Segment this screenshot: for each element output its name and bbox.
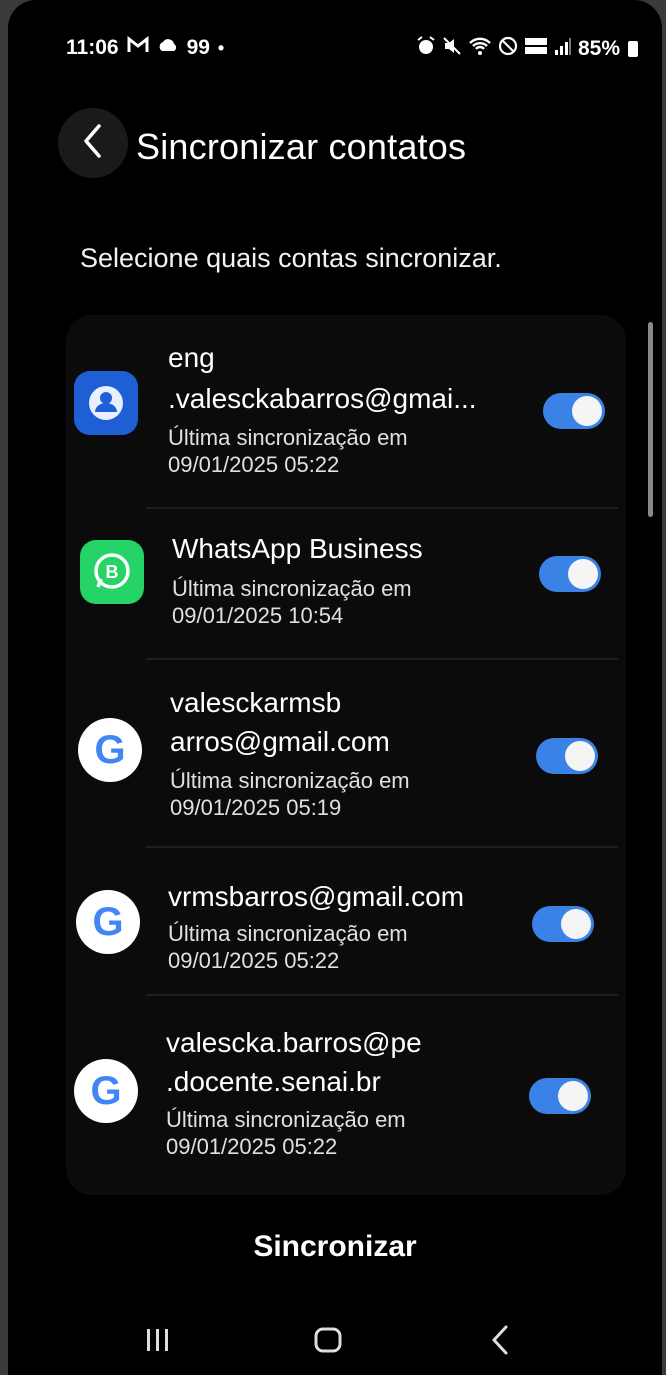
sync-toggle[interactable] [529, 1078, 591, 1114]
sync-button[interactable]: Sincronizar [8, 1230, 662, 1264]
status-bar: 11:06 99 • 85% [8, 30, 662, 70]
home-icon [314, 1327, 342, 1353]
google-icon: G [74, 1059, 138, 1123]
cloud-icon [157, 36, 179, 60]
phone-screen: 11:06 99 • 85% Sincronizar contatos Sele… [8, 0, 662, 1375]
wifi-icon [468, 36, 492, 62]
last-sync-label: Última sincronização em [172, 576, 412, 601]
toggle-knob [565, 741, 595, 771]
toggle-knob [568, 559, 598, 589]
toggle-knob [558, 1081, 588, 1111]
last-sync-time: 09/01/2025 10:54 [172, 603, 344, 628]
svg-text:B: B [106, 562, 119, 582]
google-icon: G [78, 718, 142, 782]
mute-icon [442, 36, 462, 62]
navigation-bar [8, 1310, 662, 1370]
account-name-line2: .valesckabarros@gmai... [168, 383, 477, 414]
volte-icon [524, 36, 548, 62]
page-title: Sincronizar contatos [136, 126, 467, 167]
battery-percentage: 85% [577, 37, 620, 60]
account-row[interactable]: G valescka.barros@pe .docente.senai.br Ú… [66, 996, 626, 1186]
status-bar-right: 85% [416, 36, 638, 62]
last-sync-label: Última sincronização em [168, 425, 408, 450]
gmail-icon [127, 35, 149, 60]
sync-toggle[interactable] [536, 738, 598, 774]
sync-toggle[interactable] [539, 556, 601, 592]
alarm-icon [416, 36, 436, 62]
sync-toggle[interactable] [532, 906, 594, 942]
account-row[interactable]: B WhatsApp Business Última sincronização… [66, 510, 626, 660]
account-name-line2: arros@gmail.com [170, 726, 390, 757]
chevron-left-icon [81, 123, 105, 164]
instructions-text: Selecione quais contas sincronizar. [80, 243, 502, 273]
last-sync-time: 09/01/2025 05:19 [170, 795, 342, 820]
home-button[interactable] [306, 1320, 350, 1360]
google-icon: G [76, 890, 140, 954]
whatsapp-business-icon: B [80, 540, 144, 604]
status-time: 11:06 [66, 36, 119, 59]
app-header: Sincronizar contatos [8, 100, 662, 200]
account-name-line1: WhatsApp Business [172, 533, 423, 564]
last-sync-time: 09/01/2025 05:22 [168, 948, 340, 973]
scrollbar[interactable] [648, 322, 653, 517]
account-row[interactable]: G vrmsbarros@gmail.com Última sincroniza… [66, 848, 626, 996]
back-nav-button[interactable] [480, 1320, 520, 1360]
recent-apps-icon [147, 1329, 168, 1351]
last-sync-time: 09/01/2025 05:22 [166, 1134, 338, 1159]
signal-icon [554, 36, 572, 62]
last-sync-time: 09/01/2025 05:22 [168, 452, 340, 477]
notification-count: 99 [186, 36, 210, 59]
status-bar-left: 11:06 99 • [66, 35, 225, 60]
accounts-list: eng .valesckabarros@gmai... Última sincr… [66, 315, 626, 1195]
account-name-line1: vrmsbarros@gmail.com [168, 881, 465, 912]
account-name-line1: valescka.barros@pe [166, 1027, 422, 1058]
battery-icon [628, 41, 638, 57]
recent-apps-button[interactable] [138, 1320, 178, 1360]
back-button[interactable] [58, 108, 128, 178]
toggle-knob [561, 909, 591, 939]
account-name-line2: .docente.senai.br [166, 1066, 381, 1097]
more-notifications-dot: • [217, 38, 225, 58]
account-name-line1: eng [168, 342, 215, 373]
toggle-knob [572, 396, 602, 426]
sync-toggle[interactable] [543, 393, 605, 429]
divider [146, 507, 618, 509]
last-sync-label: Última sincronização em [168, 921, 408, 946]
samsung-account-icon [74, 371, 138, 435]
back-icon [491, 1325, 508, 1355]
account-row[interactable]: G valesckarmsb arros@gmail.com Última si… [66, 660, 626, 848]
account-row[interactable]: eng .valesckabarros@gmai... Última sincr… [66, 315, 626, 510]
do-not-disturb-icon [498, 36, 518, 62]
account-name-line1: valesckarmsb [170, 687, 342, 718]
last-sync-label: Última sincronização em [170, 768, 410, 793]
last-sync-label: Última sincronização em [166, 1107, 406, 1132]
